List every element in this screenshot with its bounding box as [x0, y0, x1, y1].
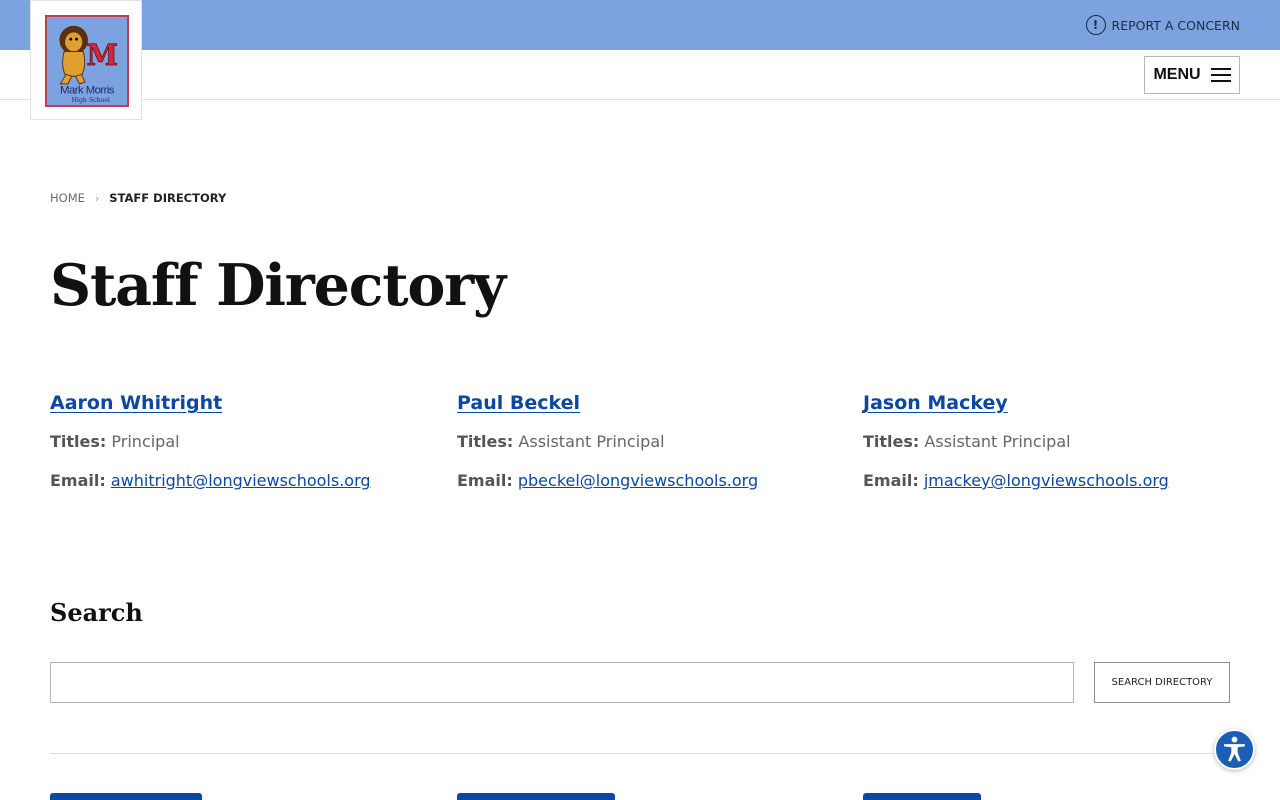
alert-circle-icon: !	[1085, 15, 1106, 35]
staff-name-link[interactable]: Jason Mackey	[863, 392, 1008, 414]
accessibility-person-icon	[1224, 736, 1245, 762]
staff-email-line: Email: awhitright@longviewschools.org	[50, 471, 371, 490]
staff-name-link-partial[interactable]	[863, 790, 981, 800]
page-title: Staff Directory	[50, 252, 506, 319]
svg-text:M: M	[86, 38, 118, 72]
staff-title-line: Titles: Assistant Principal	[863, 432, 1071, 451]
staff-email-link[interactable]: jmackey@longviewschools.org	[924, 471, 1169, 490]
logo-emblem: M Mark Morris High School	[45, 15, 129, 107]
svg-text:Mark Morris: Mark Morris	[60, 84, 115, 96]
staff-email-link[interactable]: pbeckel@longviewschools.org	[518, 471, 758, 490]
staff-title-line: Titles: Assistant Principal	[457, 432, 665, 451]
search-directory-button[interactable]: SEARCH DIRECTORY	[1094, 662, 1230, 703]
staff-title: Assistant Principal	[924, 432, 1071, 451]
staff-email-link[interactable]: awhitright@longviewschools.org	[111, 471, 371, 490]
staff-title: Assistant Principal	[518, 432, 665, 451]
staff-title: Principal	[111, 432, 180, 451]
titles-label: Titles:	[50, 432, 107, 451]
email-label: Email:	[50, 471, 106, 490]
staff-title-line: Titles: Principal	[50, 432, 180, 451]
staff-name-link[interactable]: Aaron Whitright	[50, 392, 222, 414]
chevron-right-icon: ›	[94, 191, 100, 205]
search-input[interactable]	[50, 662, 1074, 703]
staff-name-link-partial[interactable]	[50, 790, 202, 800]
staff-card: Aaron Whitright Titles: Principal Email:…	[50, 392, 430, 490]
hamburger-icon	[1210, 68, 1231, 82]
search-heading: Search	[50, 598, 143, 627]
staff-name-link-partial[interactable]	[457, 790, 615, 800]
titles-label: Titles:	[457, 432, 514, 451]
report-concern-label: REPORT A CONCERN	[1111, 17, 1240, 33]
lion-mascot-icon: M Mark Morris High School	[59, 25, 118, 104]
staff-email-line: Email: pbeckel@longviewschools.org	[457, 471, 758, 490]
staff-card: Jason Mackey Titles: Assistant Principal…	[863, 392, 1243, 490]
section-divider	[50, 753, 1230, 754]
staff-email-line: Email: jmackey@longviewschools.org	[863, 471, 1169, 490]
staff-name-link[interactable]: Paul Beckel	[457, 392, 580, 414]
main-nav-bar: MENU	[0, 50, 1280, 100]
menu-label: MENU	[1153, 66, 1201, 83]
email-label: Email:	[863, 471, 919, 490]
accessibility-button[interactable]	[1214, 729, 1255, 770]
titles-label: Titles:	[863, 432, 920, 451]
breadcrumb-current: STAFF DIRECTORY	[109, 191, 227, 205]
breadcrumb: HOME › STAFF DIRECTORY	[50, 191, 226, 205]
report-concern-link[interactable]: ! REPORT A CONCERN	[1085, 14, 1240, 36]
top-utility-bar: ! REPORT A CONCERN	[0, 0, 1280, 50]
breadcrumb-home-link[interactable]: HOME	[50, 191, 85, 205]
school-logo[interactable]: M Mark Morris High School	[30, 0, 142, 120]
staff-card: Paul Beckel Titles: Assistant Principal …	[457, 392, 837, 490]
menu-button[interactable]: MENU	[1144, 56, 1240, 94]
email-label: Email:	[457, 471, 513, 490]
svg-text:High School: High School	[72, 97, 110, 104]
